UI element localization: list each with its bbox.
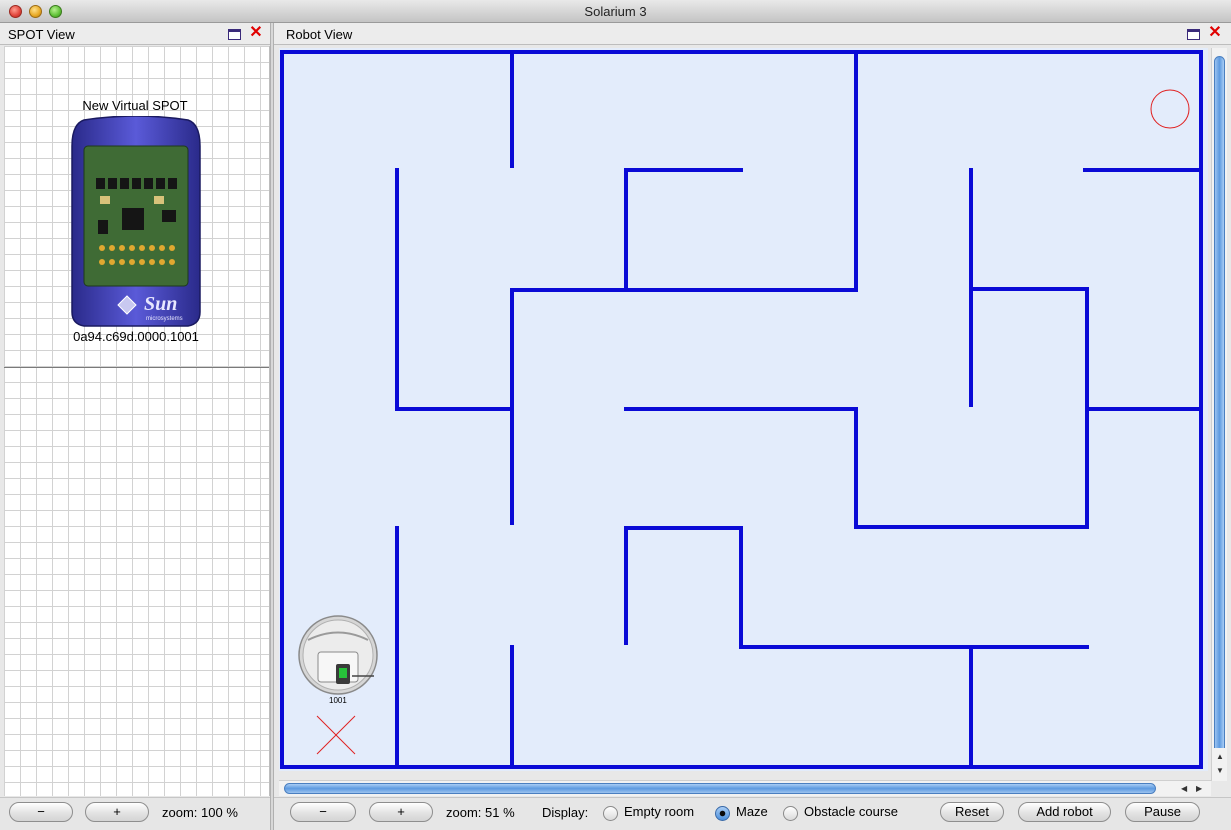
device-brand-sub-text: microsystems <box>146 316 183 322</box>
scroll-left-arrow-icon[interactable]: ◀ <box>1181 784 1187 794</box>
scroll-down-arrow-icon[interactable]: ▼ <box>1216 766 1224 776</box>
spot-view-close-icon[interactable]: ✕ <box>249 25 263 41</box>
spot-zoom-out-button[interactable]: − <box>9 802 73 822</box>
robot-view-horizontal-scrollbar[interactable]: ◀ ▶ <box>279 780 1211 796</box>
spot-name-label: New Virtual SPOT <box>82 98 188 113</box>
display-option-empty-room-label[interactable]: Empty room <box>624 804 694 819</box>
robot-icon <box>298 615 378 695</box>
spot-view-title: SPOT View <box>8 27 75 42</box>
start-marker-x <box>316 715 356 755</box>
display-label: Display: <box>542 805 589 820</box>
window-titlebar: Solarium 3 <box>0 0 1231 23</box>
robot-view-close-icon[interactable]: ✕ <box>1208 25 1222 41</box>
display-option-maze-label[interactable]: Maze <box>736 804 768 819</box>
vertical-scroll-thumb[interactable] <box>1214 56 1225 776</box>
device-brand-text: Sun <box>144 293 177 315</box>
maze-svg <box>280 50 1203 769</box>
robot-zoom-out-button[interactable]: − <box>290 802 356 822</box>
spot-address-label: 0a94.c69d.0000.1001 <box>73 329 199 344</box>
spot-view-grid-divider <box>4 367 269 368</box>
add-robot-button[interactable]: Add robot <box>1018 802 1111 822</box>
vertical-scroll-arrows: ▲ ▼ <box>1211 748 1227 780</box>
spot-view-undock-icon[interactable] <box>228 29 241 40</box>
display-option-empty-room-radio[interactable] <box>603 806 618 821</box>
display-option-maze-radio[interactable] <box>715 806 730 821</box>
display-option-obstacle-course-label[interactable]: Obstacle course <box>804 804 898 819</box>
scroll-right-arrow-icon[interactable]: ▶ <box>1196 784 1202 794</box>
spot-zoom-level: zoom: 100 % <box>162 805 238 820</box>
robot-view-header: Robot View ✕ <box>274 23 1231 45</box>
robot-view-vertical-scrollbar[interactable] <box>1211 48 1227 781</box>
goal-target-circle <box>1150 89 1190 129</box>
spot-zoom-in-button[interactable]: + <box>85 802 149 822</box>
scroll-up-arrow-icon[interactable]: ▲ <box>1216 752 1224 762</box>
spot-view-bottom-bar: − + zoom: 100 % <box>0 797 270 830</box>
robot-id-label: 1001 <box>329 696 347 705</box>
robot-zoom-in-button[interactable]: + <box>369 802 433 822</box>
split-pane-divider[interactable] <box>270 23 274 830</box>
maze-walls <box>280 50 1203 769</box>
virtual-spot-device[interactable]: Sun microsystems <box>70 116 202 328</box>
robot-view-title: Robot View <box>286 27 353 42</box>
display-option-obstacle-course-radio[interactable] <box>783 806 798 821</box>
pause-button[interactable]: Pause <box>1125 802 1200 822</box>
window-title: Solarium 3 <box>584 4 647 19</box>
robot-view-canvas[interactable]: 1001 <box>279 48 1208 771</box>
robot-view-undock-icon[interactable] <box>1187 29 1200 40</box>
spot-view-header: SPOT View ✕ <box>0 23 270 45</box>
horizontal-scroll-thumb[interactable] <box>284 783 1156 794</box>
robot-zoom-level: zoom: 51 % <box>446 805 515 820</box>
reset-button[interactable]: Reset <box>940 802 1004 822</box>
